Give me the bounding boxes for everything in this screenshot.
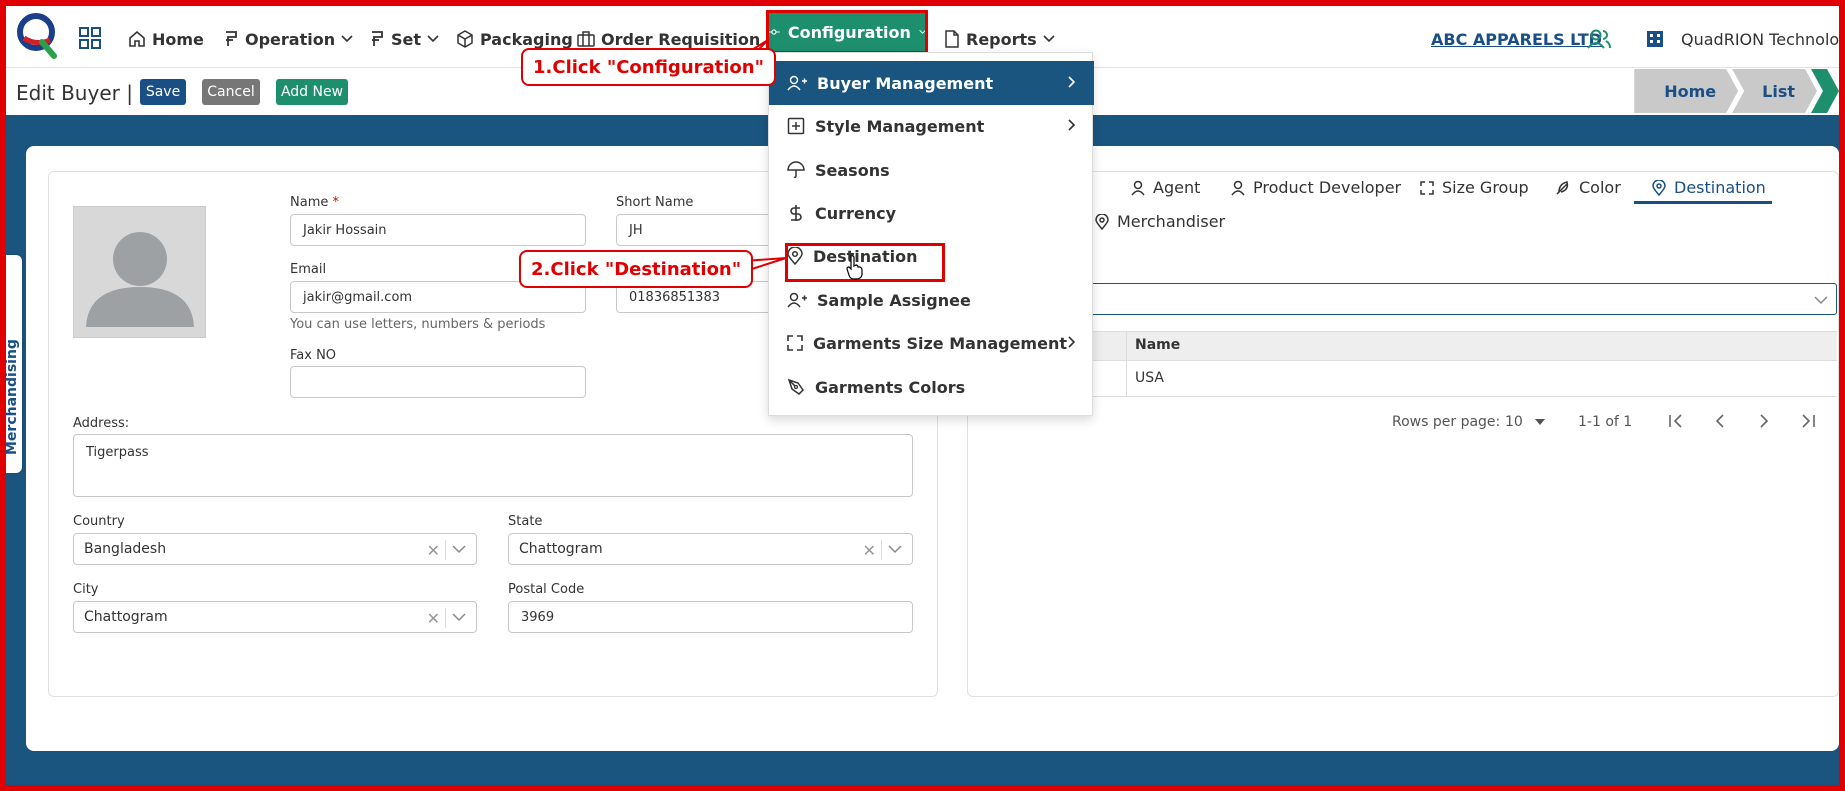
annotation-connectors: [729, 39, 787, 278]
annotation-step-2: 2.Click "Destination": [519, 250, 754, 288]
hand-pointer-icon: [846, 255, 863, 280]
annotation-step-1: 1.Click "Configuration": [521, 48, 776, 86]
